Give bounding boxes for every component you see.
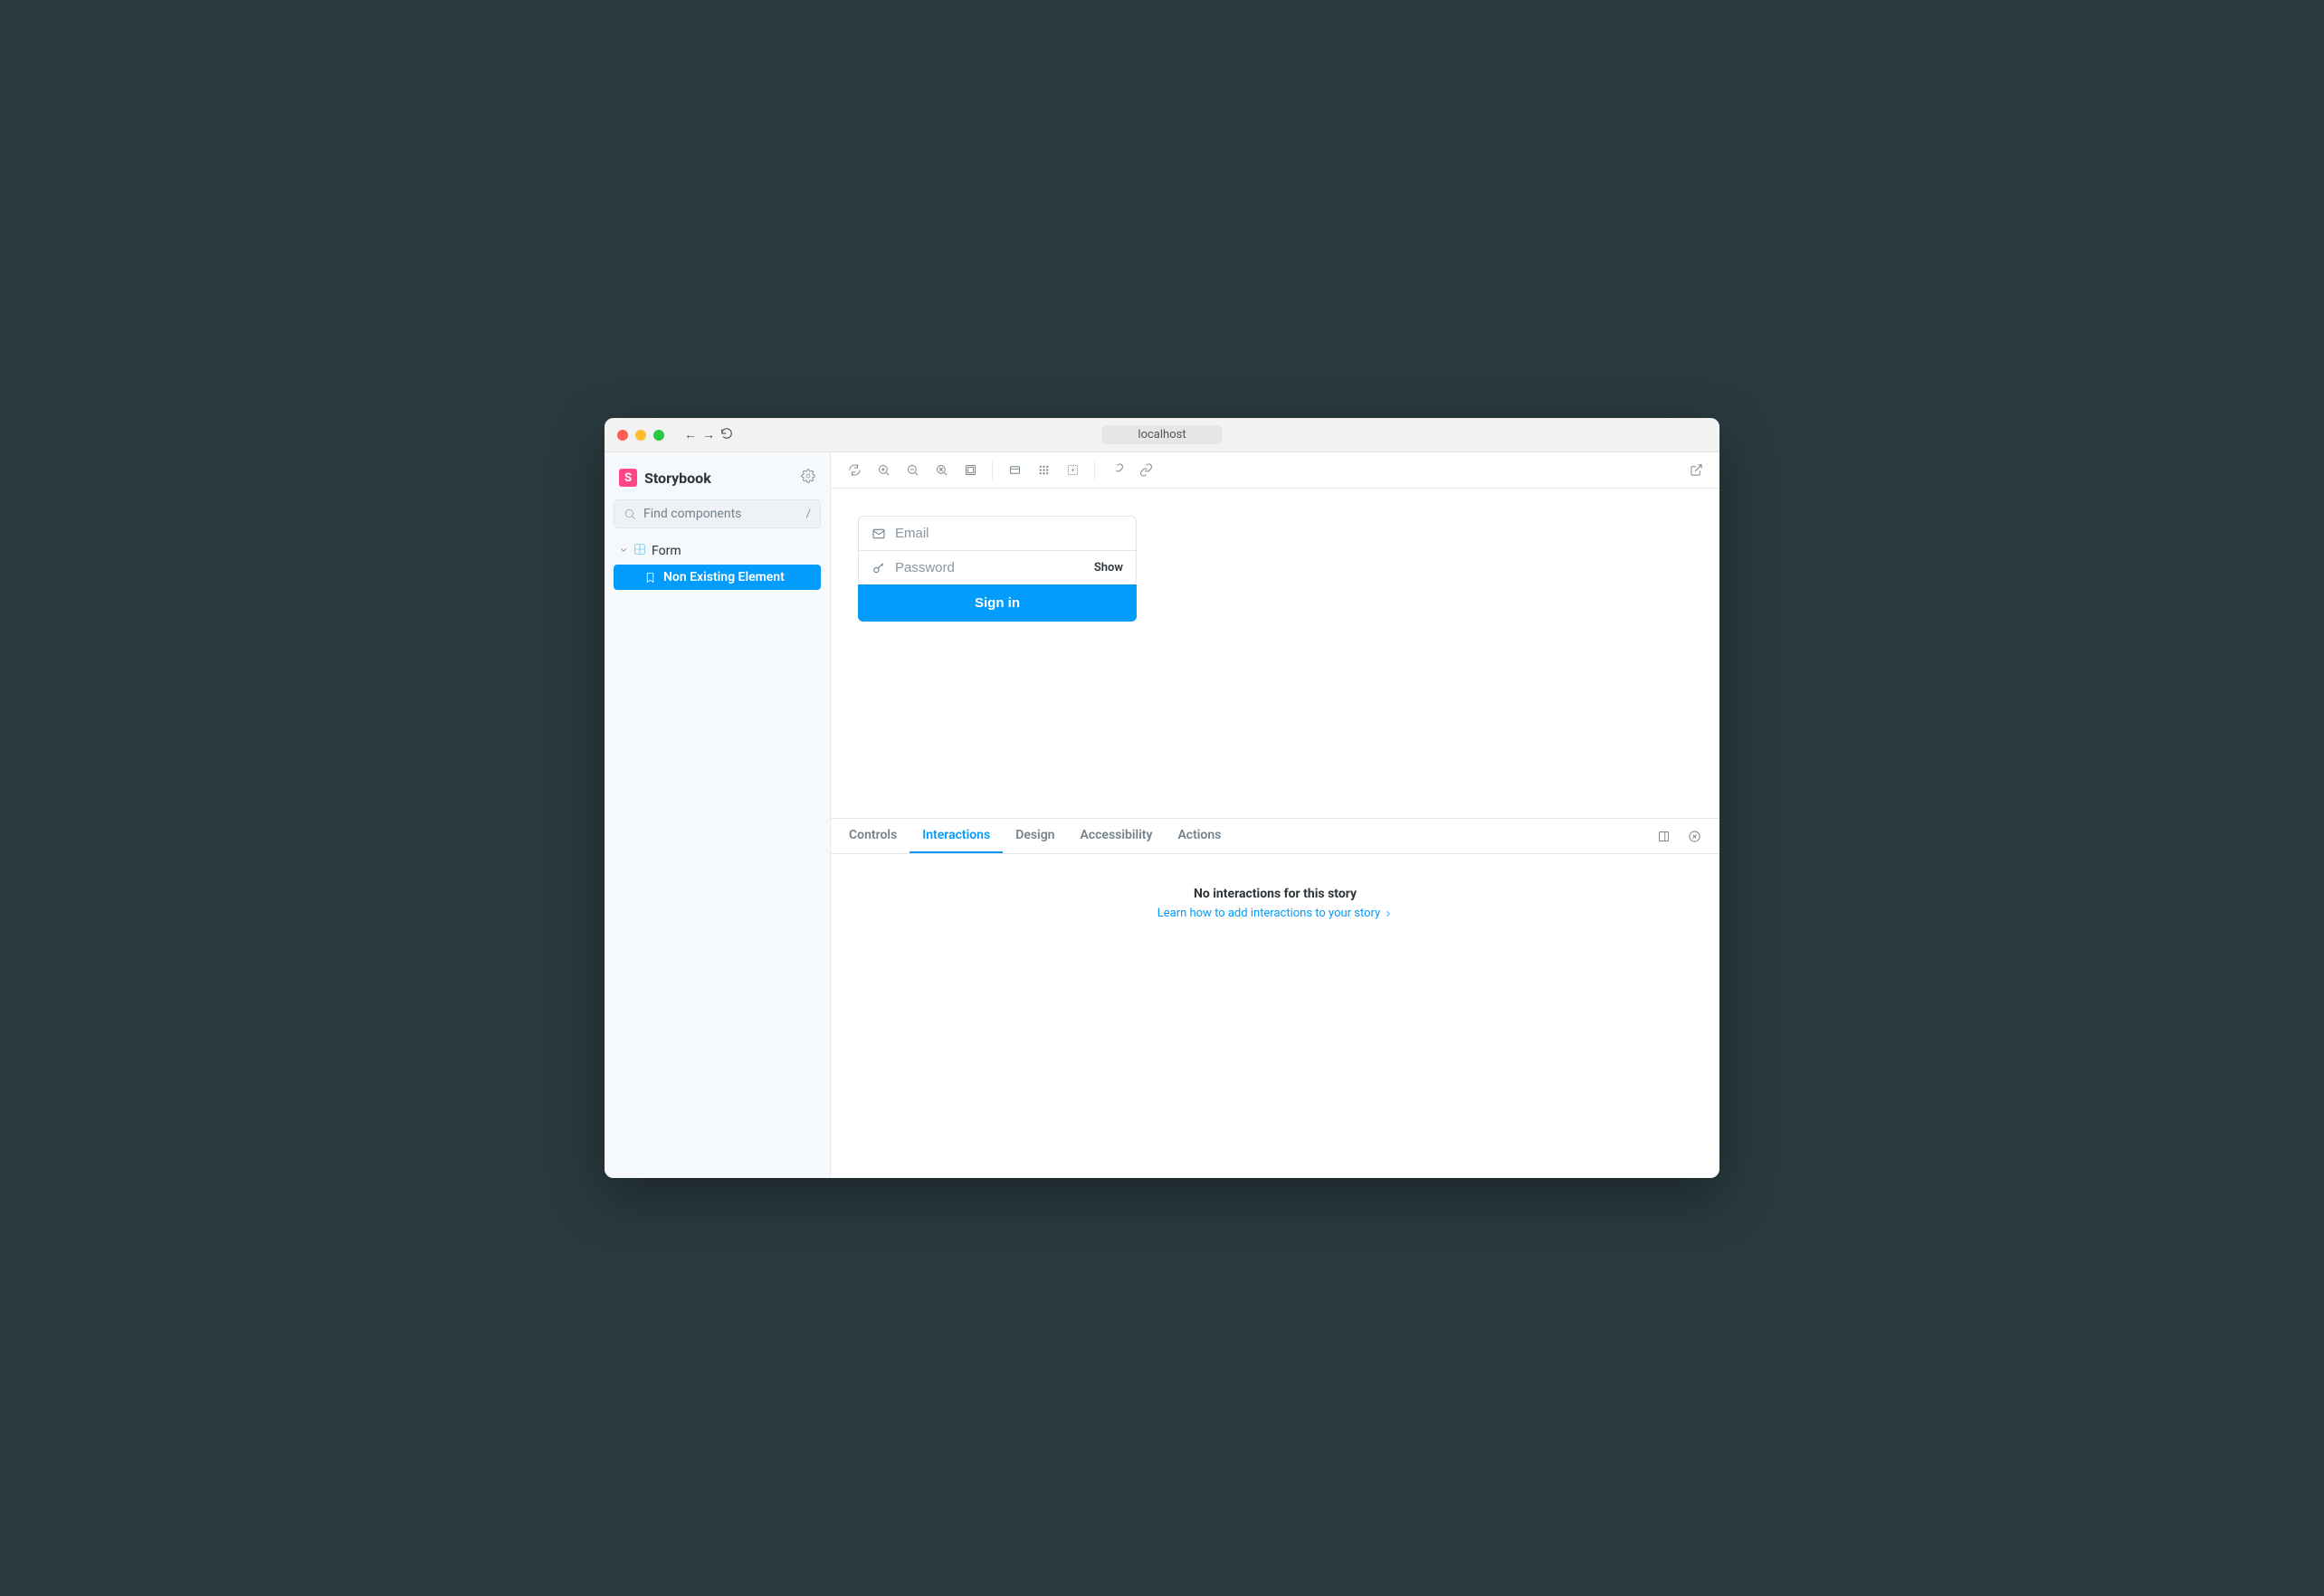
settings-button[interactable] [801, 469, 815, 487]
tree-group-label: Form [652, 544, 681, 558]
show-password-toggle[interactable]: Show [1094, 561, 1123, 575]
addons-panel: Controls Interactions Design Accessibili… [831, 818, 1719, 1178]
password-row: Show [859, 551, 1136, 584]
sidebar-header: S Storybook [605, 465, 830, 499]
password-field[interactable] [895, 560, 1085, 575]
key-icon [872, 561, 886, 575]
tab-design[interactable]: Design [1003, 819, 1067, 853]
titlebar: ← → localhost [605, 418, 1719, 452]
brand: S Storybook [619, 469, 711, 487]
panel-close-button[interactable] [1681, 823, 1707, 849]
chevron-down-icon [619, 544, 628, 558]
component-icon [633, 543, 646, 559]
tab-actions[interactable]: Actions [1165, 819, 1233, 853]
signin-form: Show Sign in [858, 516, 1692, 622]
bookmark-icon [644, 572, 656, 584]
reload-button[interactable] [720, 427, 733, 443]
grid-button[interactable] [1031, 458, 1056, 483]
close-window-button[interactable] [617, 430, 628, 441]
chevron-right-icon [1384, 909, 1393, 918]
app: S Storybook Find components / [605, 452, 1719, 1178]
search-input[interactable]: Find components / [614, 499, 821, 528]
email-row [859, 517, 1136, 551]
tree-group-form[interactable]: Form [610, 539, 824, 563]
link-button[interactable] [1133, 458, 1158, 483]
explorer-tree: Form Non Existing Element [605, 539, 830, 590]
search-placeholder: Find components [643, 507, 799, 521]
maximize-window-button[interactable] [653, 430, 664, 441]
window-controls [617, 430, 664, 441]
zoom-in-button[interactable] [871, 458, 896, 483]
email-field[interactable] [895, 526, 1123, 541]
tree-story-non-existing-element[interactable]: Non Existing Element [614, 565, 821, 590]
sidebar: S Storybook Find components / [605, 452, 831, 1178]
search-shortcut: / [806, 508, 811, 521]
tab-controls[interactable]: Controls [836, 819, 910, 853]
remount-button[interactable] [842, 458, 867, 483]
minimize-window-button[interactable] [635, 430, 646, 441]
measure-button[interactable] [1060, 458, 1085, 483]
background-button[interactable] [957, 458, 983, 483]
mail-icon [872, 527, 886, 541]
browser-window: ← → localhost S Storybook Find component… [605, 418, 1719, 1178]
empty-state-title: No interactions for this story [1194, 887, 1357, 901]
open-in-new-tab-button[interactable] [1683, 458, 1709, 483]
empty-state-link[interactable]: Learn how to add interactions to your st… [1157, 907, 1393, 920]
back-button[interactable]: ← [684, 427, 697, 442]
search-icon [624, 508, 636, 520]
viewport-button[interactable] [1002, 458, 1027, 483]
separator [992, 461, 993, 480]
main: Show Sign in Controls Interactions Desig… [831, 452, 1719, 1178]
panel-orientation-button[interactable] [1651, 823, 1676, 849]
storybook-logo-icon: S [619, 469, 637, 487]
outline-button[interactable] [1104, 458, 1129, 483]
browser-nav: ← → [684, 427, 733, 443]
separator [1094, 461, 1095, 480]
url-bar[interactable]: localhost [1101, 425, 1222, 444]
zoom-out-button[interactable] [900, 458, 925, 483]
tab-accessibility[interactable]: Accessibility [1067, 819, 1165, 853]
signin-button[interactable]: Sign in [858, 584, 1137, 622]
tab-interactions[interactable]: Interactions [910, 819, 1003, 853]
addon-body: No interactions for this story Learn how… [831, 854, 1719, 1178]
zoom-reset-button[interactable] [929, 458, 954, 483]
forward-button[interactable]: → [702, 427, 715, 442]
addon-tabs: Controls Interactions Design Accessibili… [831, 819, 1719, 854]
canvas: Show Sign in [831, 489, 1719, 818]
brand-title: Storybook [644, 470, 711, 487]
tree-story-label: Non Existing Element [663, 570, 785, 584]
canvas-toolbar [831, 452, 1719, 489]
